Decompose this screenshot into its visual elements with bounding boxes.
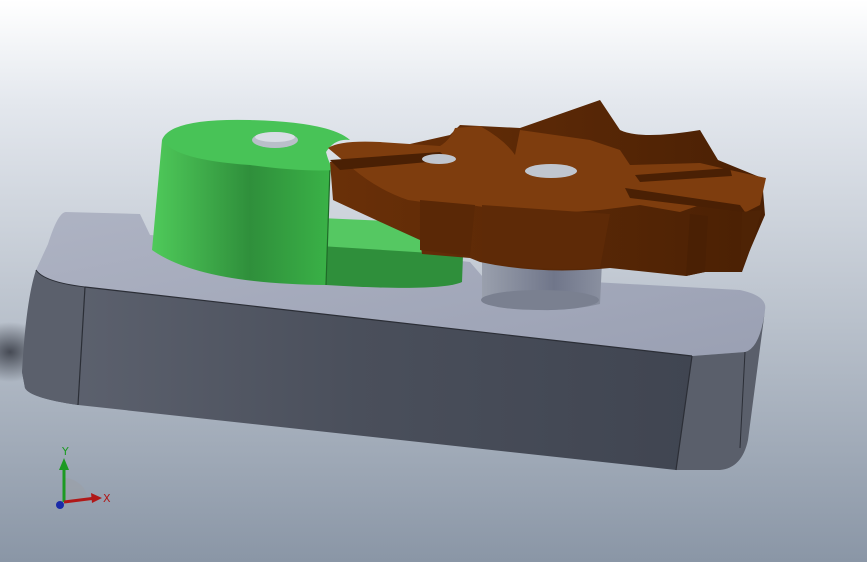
star-arm-face-2 xyxy=(482,205,610,270)
star-center-hole xyxy=(525,164,577,178)
base-left-corner xyxy=(22,270,85,405)
triad-x-label: X xyxy=(103,492,111,505)
star-arm-face-1 xyxy=(420,200,475,256)
star-slot-hole xyxy=(422,154,456,164)
graphics-viewport[interactable]: Y X xyxy=(0,0,867,562)
boss-bottom-edge xyxy=(481,290,599,310)
triad-z-axis xyxy=(56,501,64,509)
triad-y-label: Y xyxy=(61,445,69,458)
cam-pivot-hole-rim xyxy=(255,132,295,142)
model-scene[interactable]: Y X xyxy=(0,0,867,562)
